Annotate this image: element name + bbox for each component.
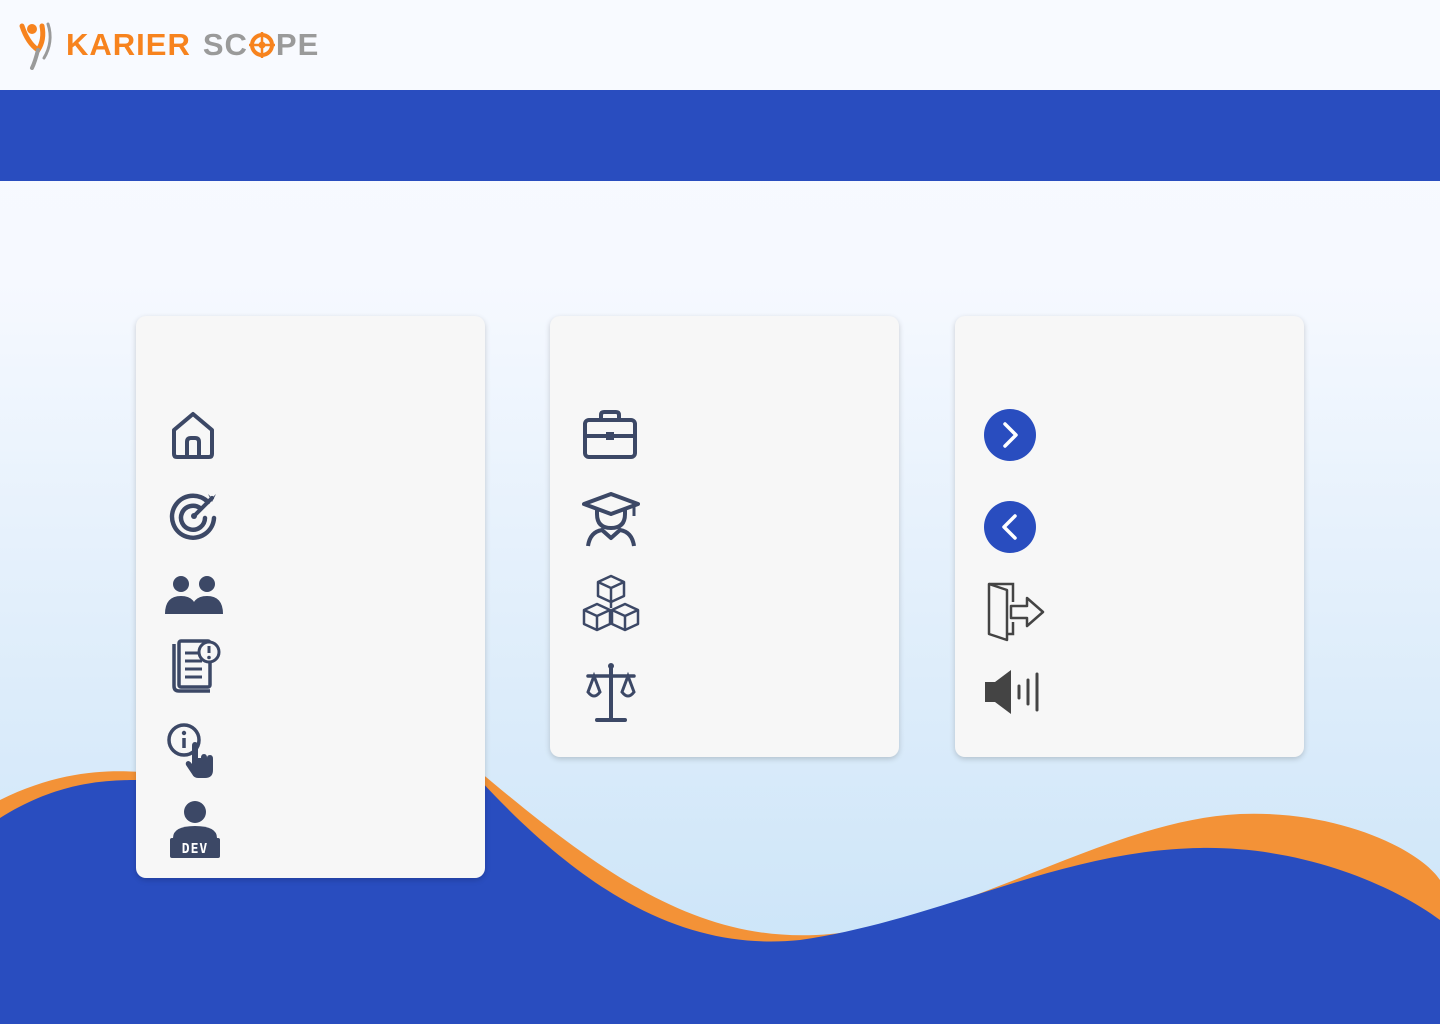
brand-name-secondary-start: SC xyxy=(202,27,248,62)
brand-name: KARIER SC PE xyxy=(66,27,319,63)
brand-name-primary: KARIER xyxy=(66,27,191,62)
navigation-card: DEV xyxy=(136,316,485,878)
dev-badge-label: DEV xyxy=(182,842,208,857)
title-band xyxy=(0,90,1440,181)
target-letter-icon xyxy=(248,32,275,58)
guide-book-icon[interactable] xyxy=(170,638,222,694)
next-arrow-icon[interactable] xyxy=(983,408,1037,462)
brand-name-secondary-end: PE xyxy=(275,27,320,62)
cubes-icon[interactable] xyxy=(582,574,640,640)
developer-icon[interactable]: DEV xyxy=(168,800,222,860)
graduate-icon[interactable] xyxy=(582,492,640,548)
volume-icon[interactable] xyxy=(983,668,1043,716)
briefcase-icon[interactable] xyxy=(582,410,638,460)
brand-mark-icon xyxy=(19,22,52,70)
target-goal-icon[interactable] xyxy=(168,490,220,542)
brand-name-secondary: SC PE xyxy=(203,27,319,63)
back-arrow-icon[interactable] xyxy=(983,500,1037,554)
exit-door-icon[interactable] xyxy=(987,582,1045,642)
info-touch-icon[interactable] xyxy=(166,722,218,780)
controls-card xyxy=(955,316,1304,757)
balance-scale-icon[interactable] xyxy=(584,662,638,724)
brand-logo[interactable]: KARIER SC PE xyxy=(18,20,319,70)
home-icon[interactable] xyxy=(168,408,218,460)
app-header: KARIER SC PE xyxy=(0,0,1440,90)
career-topics-card xyxy=(550,316,899,757)
users-group-icon[interactable] xyxy=(164,574,224,616)
